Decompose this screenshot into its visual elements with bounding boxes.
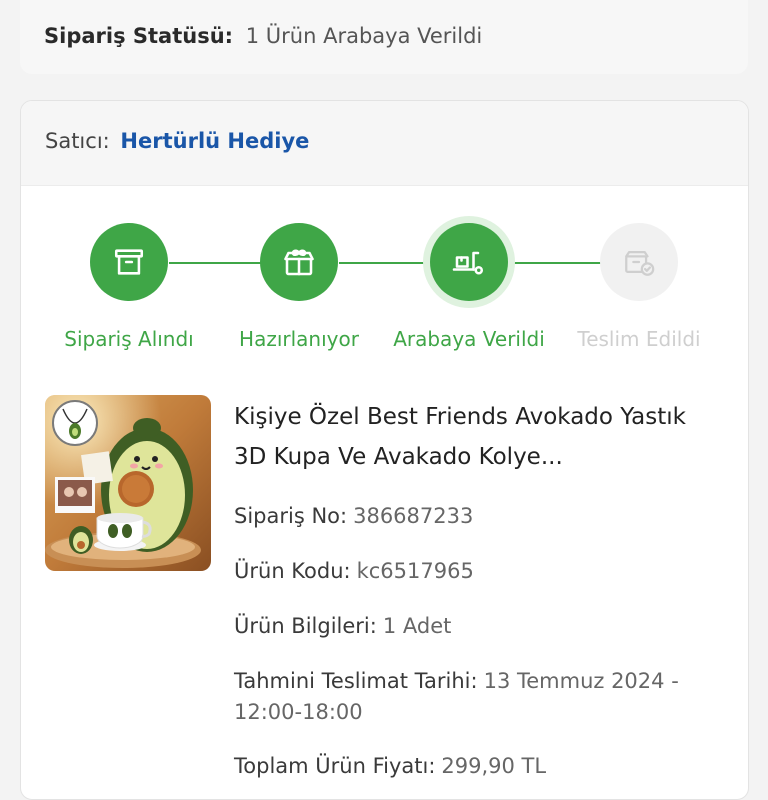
product-title[interactable]: Kişiye Özel Best Friends Avokado Yastık … [234, 397, 714, 477]
product-image[interactable] [45, 395, 211, 571]
order-number-label: Sipariş No: [234, 504, 348, 528]
product-info-label: Ürün Bilgileri: [234, 614, 377, 638]
order-number-row: Sipariş No: 386687233 [234, 501, 724, 532]
product-code-value: kc6517965 [356, 559, 474, 583]
seller-bar: Satıcı: Hertürlü Hediye [21, 101, 748, 186]
order-status-value: 1 Ürün Arabaya Verildi [245, 24, 483, 48]
step-siparis-alindi [90, 223, 168, 301]
seller-info: Satıcı: Hertürlü Hediye [45, 129, 309, 153]
total-price-row: Toplam Ürün Fiyatı: 299,90 TL [234, 751, 724, 782]
delivery-date-row: Tahmini Teslimat Tarihi: 13 Temmuz 2024 -… [234, 666, 724, 728]
delivery-date-label: Tahmini Teslimat Tarihi: [234, 669, 478, 693]
product-info-row: Ürün Bilgileri: 1 Adet [234, 611, 724, 642]
product-photo [45, 395, 211, 571]
order-number-value: 386687233 [353, 504, 474, 528]
archive-box-icon [114, 249, 144, 275]
delivery-hand-truck-icon [452, 251, 484, 275]
order-status: Sipariş Statüsü: 1 Ürün Arabaya Verildi [44, 24, 482, 48]
product-code-label: Ürün Kodu: [234, 559, 351, 583]
seller-label: Satıcı: [45, 129, 110, 153]
product-info-value: 1 Adet [382, 614, 452, 638]
product-code-row: Ürün Kodu: kc6517965 [234, 556, 724, 587]
gift-box-icon [284, 249, 314, 276]
step-arabaya-verildi [430, 223, 508, 301]
seller-name-link[interactable]: Hertürlü Hediye [120, 129, 309, 153]
step-teslim-edildi [600, 223, 678, 301]
step-connector-1 [169, 262, 261, 264]
step-hazirlaniyor [260, 223, 338, 301]
order-status-label: Sipariş Statüsü: [44, 24, 234, 48]
step-connector-3 [509, 262, 601, 264]
delivered-box-check-icon [625, 250, 655, 276]
order-status-card: Sipariş Statüsü: 1 Ürün Arabaya Verildi [20, 0, 748, 74]
order-card: Satıcı: Hertürlü Hediye Sipariş Alındı H… [20, 100, 749, 800]
total-price-value: 299,90 TL [441, 754, 547, 778]
step-connector-2 [339, 262, 431, 264]
step-label-teslim-edildi: Teslim Edildi [577, 327, 701, 351]
total-price-label: Toplam Ürün Fiyatı: [234, 754, 436, 778]
